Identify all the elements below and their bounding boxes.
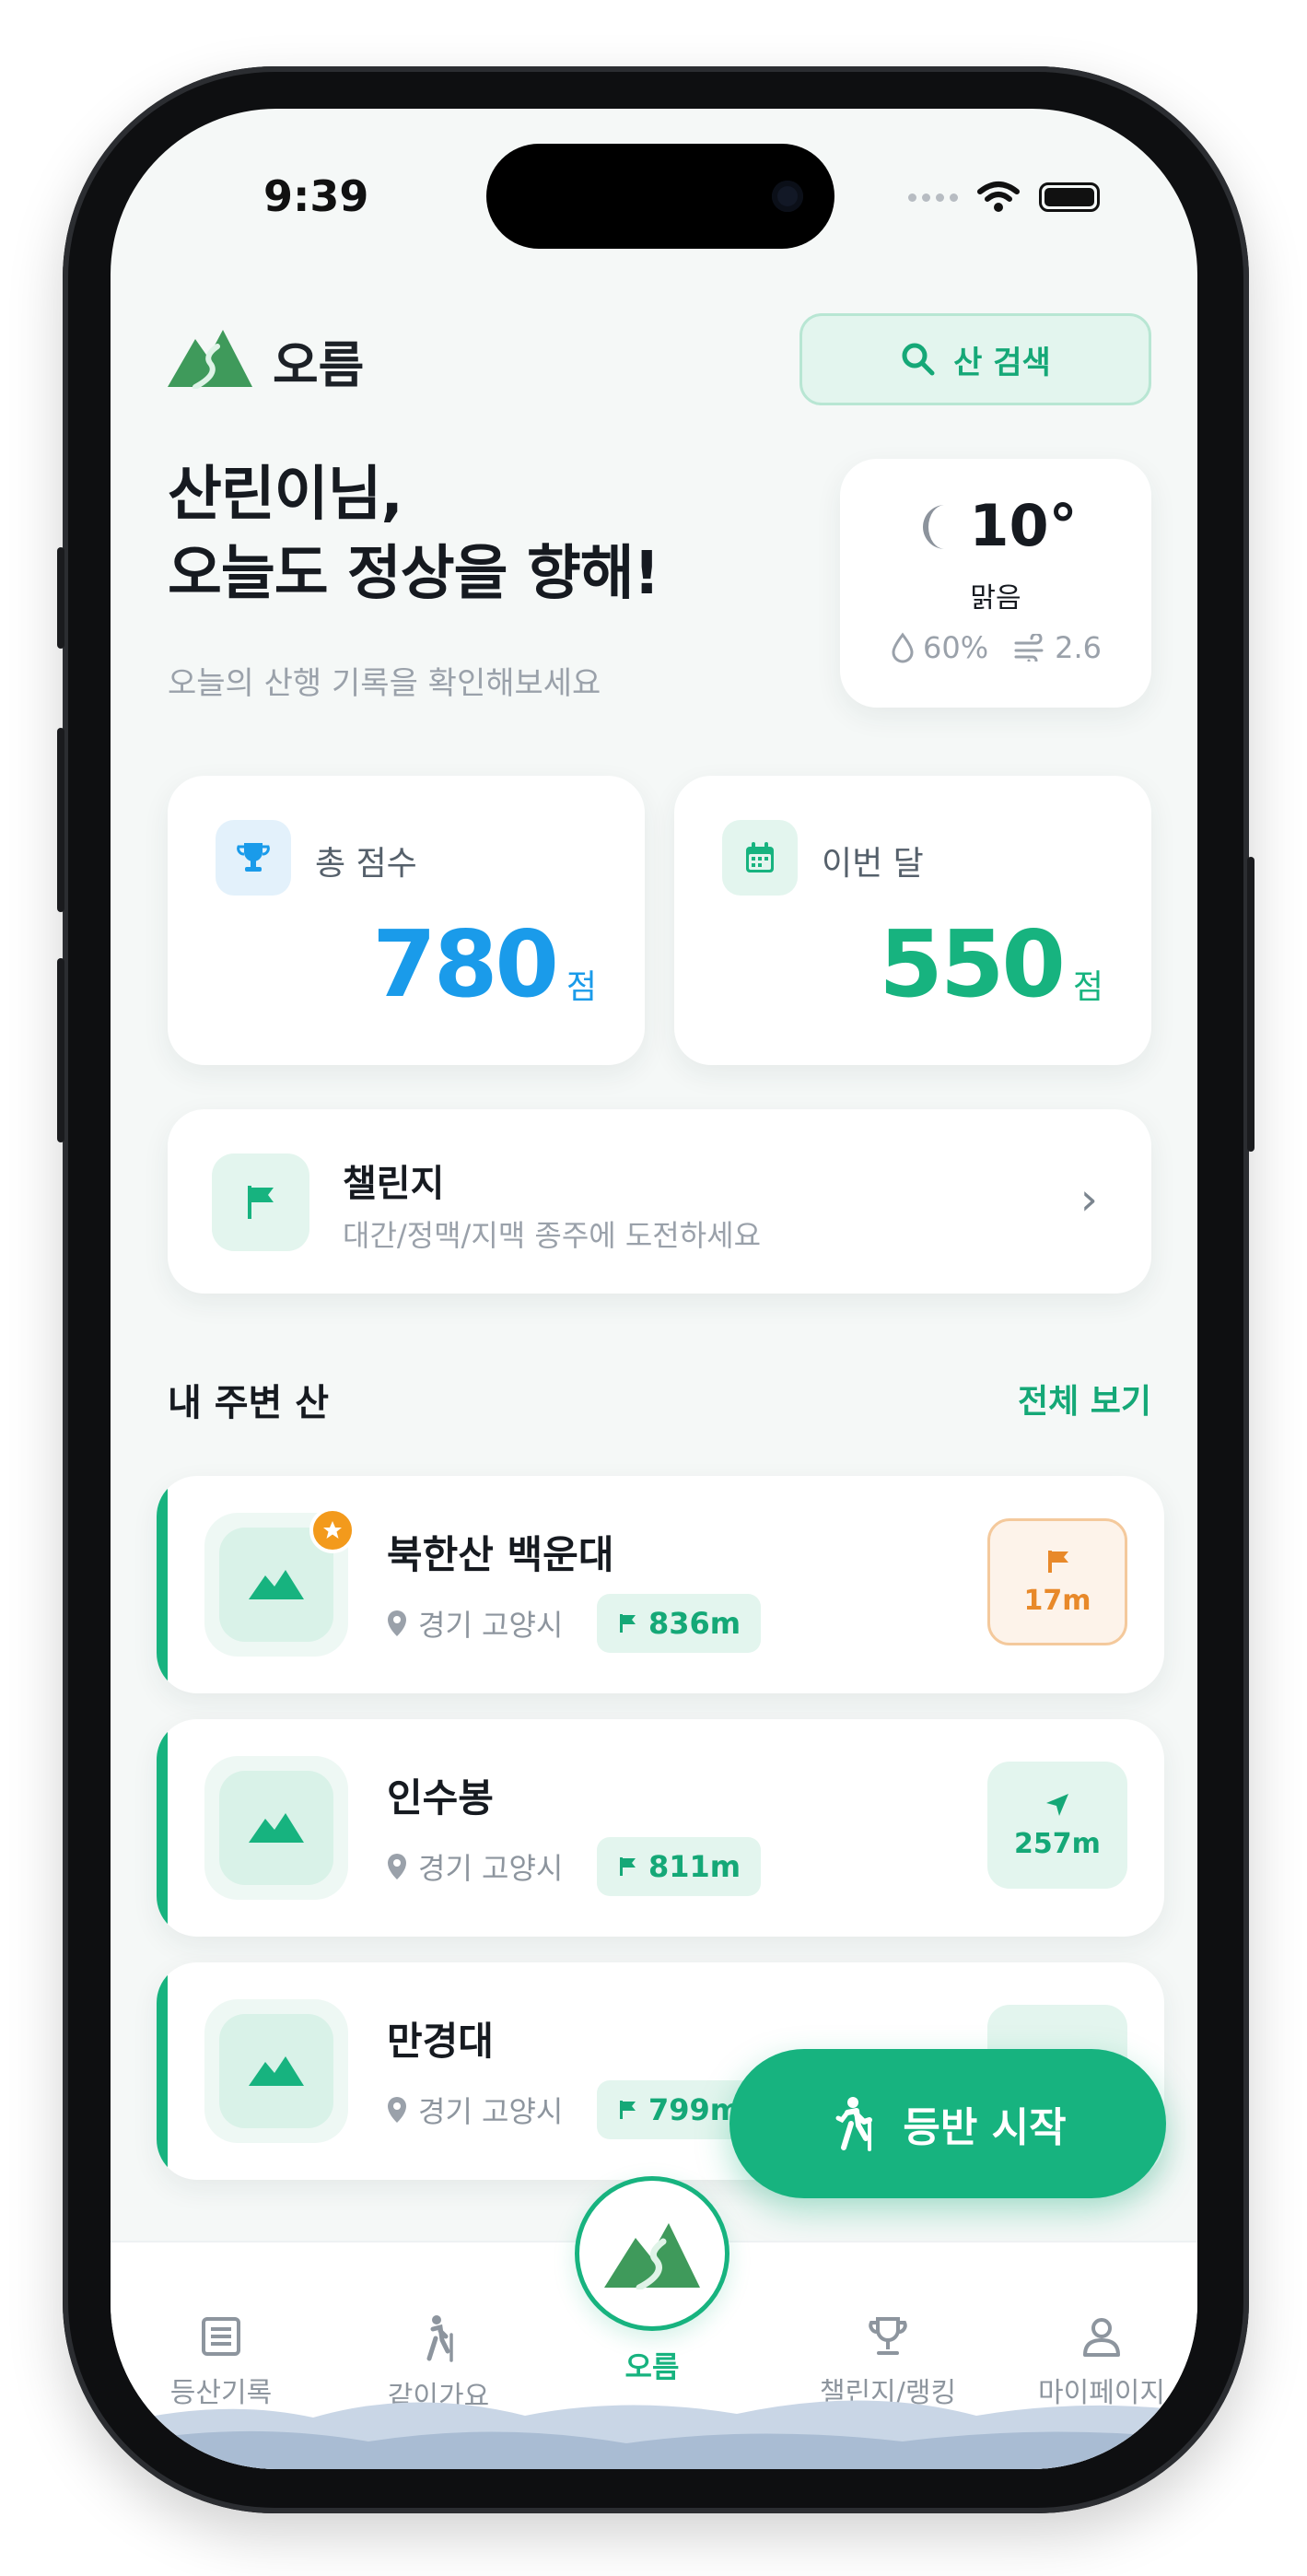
distance-badge[interactable]: 257m <box>987 1762 1127 1889</box>
altitude-badge: 836m <box>597 1594 762 1653</box>
total-score-card[interactable]: 총 점수 780 점 <box>168 776 645 1065</box>
bottom-tab-bar: 등산기록 같이가요 오름 챌린지/랭킹 마이페이지 <box>111 2176 1197 2469</box>
monthly-score-label: 이번 달 <box>822 845 924 883</box>
weather-wind: 2.6 <box>1055 630 1102 665</box>
accent-bar <box>157 1719 168 1937</box>
greeting-line2: 오늘도 정상을 향해! <box>168 540 660 608</box>
distance-badge[interactable]: 17m <box>987 1518 1127 1645</box>
hiker-icon <box>835 2097 873 2151</box>
favorite-star-icon <box>309 1507 356 1553</box>
moon-icon <box>923 505 946 549</box>
weather-temp-row: 10° <box>840 492 1151 559</box>
accent-bar <box>157 1962 168 2180</box>
humidity-icon <box>892 632 914 663</box>
search-label: 산 검색 <box>953 344 1051 381</box>
nearby-title: 내 주변 산 <box>168 1382 330 1424</box>
volume-up-button <box>57 728 64 912</box>
flag-icon <box>620 1857 636 1876</box>
flag-icon <box>620 1614 636 1633</box>
monthly-score-value: 550 <box>879 910 1066 1018</box>
altitude-badge: 811m <box>597 1837 762 1896</box>
mountain-location: 경기 고양시 <box>385 2080 563 2139</box>
mountain-icon <box>604 2223 700 2289</box>
accent-bar <box>157 1476 168 1693</box>
list-icon <box>202 2317 240 2356</box>
battery-icon <box>1039 182 1100 212</box>
altitude-text: 799m <box>648 2092 741 2127</box>
total-score-unit: 점 <box>566 968 597 1006</box>
greeting: 산린이님, 오늘도 정상을 향해! <box>168 455 660 614</box>
app-logo-icon <box>168 330 252 389</box>
greeting-subtitle: 오늘의 산행 기록을 확인해보세요 <box>168 665 601 702</box>
location-text: 경기 고양시 <box>418 1608 564 1643</box>
weather-card[interactable]: 10° 맑음 60% 2.6 <box>840 459 1151 708</box>
flag-icon <box>620 2101 636 2119</box>
list-item[interactable]: 북한산 백운대 경기 고양시 836m 17m <box>157 1476 1164 1693</box>
mountain-location: 경기 고양시 <box>385 1837 563 1896</box>
person-icon <box>1083 2318 1120 2357</box>
monthly-score-card[interactable]: 이번 달 550 점 <box>674 776 1151 1065</box>
wind-icon <box>1014 634 1044 662</box>
navigate-arrow-icon <box>1046 1793 1068 1816</box>
trophy-icon <box>869 2317 907 2355</box>
signal-icon <box>908 193 958 202</box>
start-climb-button[interactable]: 등반 시작 <box>729 2049 1166 2198</box>
action-button <box>57 547 64 649</box>
search-button[interactable]: 산 검색 <box>799 313 1151 405</box>
flag-icon <box>1048 1550 1068 1573</box>
list-item[interactable]: 인수봉 경기 고양시 811m 257m <box>157 1719 1164 1937</box>
mountain-icon <box>219 1771 333 1885</box>
volume-down-button <box>57 958 64 1142</box>
challenge-card[interactable]: 챌린지 대간/정맥/지맥 종주에 도전하세요 › <box>168 1109 1151 1294</box>
mountain-name: 북한산 백운대 <box>387 1532 614 1577</box>
mountain-location: 경기 고양시 <box>385 1594 563 1653</box>
wifi-icon <box>977 181 1020 212</box>
weather-meta: 60% 2.6 <box>840 630 1151 665</box>
dynamic-island <box>486 144 834 249</box>
location-text: 경기 고양시 <box>418 2094 564 2129</box>
altitude-text: 836m <box>648 1606 741 1641</box>
power-button <box>1247 857 1254 1152</box>
pin-icon <box>388 1854 406 1879</box>
app-name: 오름 <box>273 336 365 394</box>
hiker-icon <box>426 2315 453 2362</box>
start-climb-label: 등반 시작 <box>903 2104 1067 2151</box>
weather-condition: 맑음 <box>970 582 1021 615</box>
see-all-link[interactable]: 전체 보기 <box>1018 1375 1151 1423</box>
location-text: 경기 고양시 <box>418 1851 564 1886</box>
search-icon <box>902 343 935 376</box>
weather-temp: 10° <box>969 492 1078 559</box>
distance-text: 257m <box>1014 1827 1101 1860</box>
trophy-icon <box>216 820 291 896</box>
challenge-title: 챌린지 <box>343 1163 445 1205</box>
status-time: 9:39 <box>263 171 369 221</box>
tab-oreum-button[interactable] <box>575 2176 729 2331</box>
pin-icon <box>388 2097 406 2123</box>
total-score-label: 총 점수 <box>315 845 417 883</box>
mountain-silhouette-decoration <box>111 2400 1197 2469</box>
mountain-name: 만경대 <box>387 2019 494 2064</box>
challenge-subtitle: 대간/정맥/지맥 종주에 도전하세요 <box>343 1218 762 1253</box>
mountain-icon <box>219 2014 333 2128</box>
distance-text: 17m <box>1023 1584 1091 1617</box>
status-icons <box>908 181 1100 214</box>
calendar-icon <box>722 820 798 896</box>
weather-humidity: 60% <box>922 630 989 665</box>
altitude-text: 811m <box>648 1849 741 1884</box>
pin-icon <box>388 1610 406 1636</box>
app-screen: 9:39 오름 산 검색 산린이님, 오늘도 정상을 향해! 오늘의 산행 기록… <box>111 109 1197 2469</box>
greeting-line1: 산린이님, <box>168 461 403 529</box>
flag-icon <box>212 1153 309 1251</box>
mountain-name: 인수봉 <box>387 1775 494 1821</box>
chevron-right-icon: › <box>1079 1174 1098 1225</box>
monthly-score-unit: 점 <box>1072 968 1103 1006</box>
total-score-value: 780 <box>372 910 559 1018</box>
